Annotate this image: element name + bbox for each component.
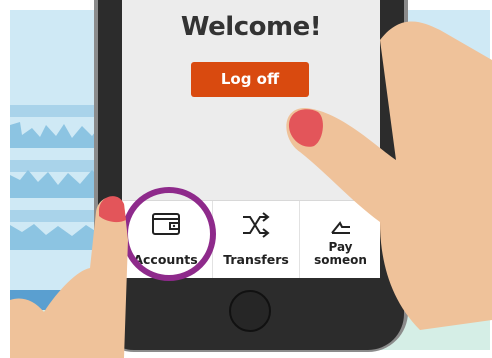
- hands: [10, 21, 492, 358]
- illustration: Welcome! Log off Accounts Transfers Pay …: [0, 0, 492, 358]
- right-hand: [286, 21, 492, 331]
